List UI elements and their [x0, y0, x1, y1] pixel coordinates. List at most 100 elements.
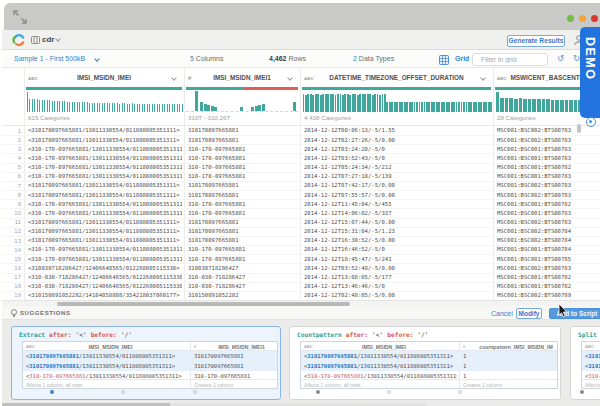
suggestion-card-split[interactable]: Splitafter:'<'before:'/'ABCIMSI_MSIDN_IM… — [570, 326, 600, 400]
histogram-bar[interactable] — [240, 107, 243, 112]
grid-cell[interactable]: 2014-12-12T00:06:13/-5/1.55 — [304, 127, 491, 133]
histogram-bar[interactable] — [52, 101, 53, 112]
histogram-bar[interactable] — [72, 102, 73, 112]
grid-cell[interactable]: 310170097665881 — [188, 192, 298, 198]
grid-view-icon[interactable] — [439, 55, 449, 65]
histogram-bar[interactable] — [79, 102, 80, 112]
histogram-bar[interactable] — [67, 102, 68, 112]
histogram-bar[interactable] — [142, 104, 143, 112]
grid-cell[interactable]: 310170097665881 — [188, 127, 298, 133]
histogram-bar[interactable] — [514, 99, 518, 112]
grid-cell[interactable]: 310170097665881 — [188, 228, 298, 234]
grid-cell[interactable]: <310170097665881/13011330554/01180800535… — [28, 192, 182, 198]
histogram-bar[interactable] — [54, 101, 55, 112]
grid-cell[interactable]: MSC001:BSC001:BTS00783 — [497, 210, 600, 216]
histogram-IMSI_MSIDN_IMEI1[interactable] — [186, 91, 298, 112]
window-dot-orange[interactable] — [579, 15, 586, 22]
quality-bar-valid[interactable] — [186, 87, 244, 90]
grid-vscroll-thumb[interactable] — [577, 124, 581, 133]
histogram-bar[interactable] — [174, 104, 175, 112]
histogram-bar[interactable] — [537, 99, 541, 112]
grid-cell[interactable]: MSC001:BSC002:BTS00783 — [497, 137, 600, 143]
histogram-bar[interactable] — [117, 103, 118, 112]
histogram-bar[interactable] — [32, 99, 33, 112]
histogram-bar[interactable] — [44, 100, 45, 112]
columns-count[interactable]: 5 Columns — [190, 55, 223, 62]
histogram-bar[interactable] — [159, 104, 160, 112]
window-dot-green[interactable] — [567, 15, 574, 22]
grid-cell[interactable]: 310-030-718286427 — [188, 283, 298, 289]
histogram-bar[interactable] — [42, 100, 43, 113]
histogram-bar[interactable] — [34, 99, 35, 112]
histogram-bar[interactable] — [99, 103, 100, 112]
histogram-bar[interactable] — [505, 98, 509, 112]
grid-cell[interactable]: 310-170-097665881 — [188, 246, 298, 252]
grid-cell[interactable]: 2014-12-12T07:27:10/-5/139 — [304, 173, 491, 179]
filter-grid-input[interactable] — [472, 53, 548, 66]
histogram-bar[interactable] — [144, 104, 145, 112]
grid-cell[interactable]: 310-170-097665881 — [188, 201, 298, 207]
histogram-bar[interactable] — [551, 100, 555, 112]
histogram-bar[interactable] — [77, 102, 78, 112]
histogram-bar[interactable] — [528, 99, 532, 112]
grid-cell[interactable]: <310-170-097665881/13011330554/011808005… — [28, 164, 182, 170]
histogram-bar[interactable] — [137, 104, 138, 112]
histogram-bar[interactable] — [57, 101, 58, 112]
quality-bar-valid[interactable] — [302, 87, 491, 90]
grid-cell[interactable]: 310030718286427 — [188, 265, 298, 271]
histogram-bar[interactable] — [89, 103, 90, 112]
grid-cell[interactable]: <310-170-097665881/13011330554/011808005… — [28, 256, 182, 262]
histogram-bar[interactable] — [149, 104, 150, 112]
histogram-bar[interactable] — [87, 102, 88, 112]
grid-cell[interactable]: <310-030-718286427/12406648565/012268005… — [28, 274, 182, 280]
histogram-bar[interactable] — [49, 100, 50, 112]
grid-cell[interactable]: 310170097665881 — [188, 237, 298, 243]
histogram-bar[interactable] — [164, 104, 165, 112]
grid-cell[interactable]: 310170097665881 — [188, 182, 298, 188]
histogram-bar[interactable] — [27, 92, 28, 113]
cancel-button[interactable]: Cancel — [491, 310, 513, 317]
grid-cell[interactable]: 2014-12-12T07:42:17/-5/0.00 — [304, 182, 491, 188]
histogram-bar[interactable] — [214, 107, 217, 112]
histogram-bar[interactable] — [92, 103, 93, 112]
histogram-bar[interactable] — [177, 104, 178, 112]
histogram-bar[interactable] — [509, 98, 513, 112]
grid-cell[interactable]: 2014-12-12T13:08:05/-5/177 — [304, 274, 491, 280]
grid-cell[interactable]: MSC001:BSC002:BTS00783 — [497, 192, 600, 198]
histogram-bar[interactable] — [500, 98, 504, 112]
grid-cell[interactable]: MSC001:BSC001:BTS00783 — [497, 173, 600, 179]
grid-cell[interactable]: 2014-12-12T03:52:48/-5/0.00 — [304, 265, 491, 271]
grid-cell[interactable]: MSC001:BSC001:BTS00782 — [497, 201, 600, 207]
histogram-bar[interactable] — [114, 103, 115, 112]
grid-cell[interactable]: 310150891052282 — [188, 292, 298, 298]
histogram-bar[interactable] — [122, 103, 123, 112]
grid-cell[interactable]: 2014-12-12T05:24:34/-5/212 — [304, 164, 491, 170]
histogram-bar[interactable] — [74, 102, 75, 112]
grid-cell[interactable]: <310170097665881/13011330554/01180800535… — [28, 237, 182, 243]
histogram-bar[interactable] — [29, 99, 30, 112]
card-page-dot[interactable] — [580, 390, 584, 394]
add-to-script-button[interactable]: Add to Script — [549, 308, 600, 319]
histogram-bar[interactable] — [109, 103, 110, 112]
histogram-bar[interactable] — [179, 104, 180, 112]
card-page-dot[interactable] — [458, 390, 462, 394]
grid-cell[interactable]: 2014-12-12T03:24:20/-5/0 — [304, 146, 491, 152]
grid-cell[interactable]: <310-170-097665881/13011330554/011808005… — [28, 146, 182, 152]
histogram-bar[interactable] — [154, 104, 155, 112]
histogram-bar[interactable] — [97, 103, 98, 112]
column-header-IMSI_MSIDN_IMEI1[interactable]: IMSI_MSIDN_IMEI1 — [184, 74, 300, 81]
grid-cell[interactable]: 2014-12-12T11:45:04/-5/455 — [304, 201, 491, 207]
grid-cell[interactable]: MSC001:BSC002:BTS00784 — [497, 237, 600, 243]
grid-cell[interactable]: 2014-12-12T13:46:46/-5/0 — [304, 283, 491, 289]
histogram-bar[interactable] — [157, 104, 158, 112]
histogram-bar[interactable] — [574, 100, 578, 112]
histogram-bar[interactable] — [59, 101, 60, 112]
grid-cell[interactable]: 310-170-097665881 — [188, 164, 298, 170]
grid-cell[interactable]: <310-170-097665881/13011330554/011808005… — [28, 246, 182, 252]
grid-cell[interactable]: 2014-12-12T15:07:44/-5/0.00 — [304, 219, 491, 225]
grid-cell[interactable]: MSC001:BSC002:BTS00783 — [497, 182, 600, 188]
histogram-bar[interactable] — [62, 101, 63, 112]
window-dot-red[interactable] — [591, 15, 598, 22]
histogram-bar[interactable] — [167, 104, 168, 112]
histogram-bar[interactable] — [200, 102, 203, 111]
